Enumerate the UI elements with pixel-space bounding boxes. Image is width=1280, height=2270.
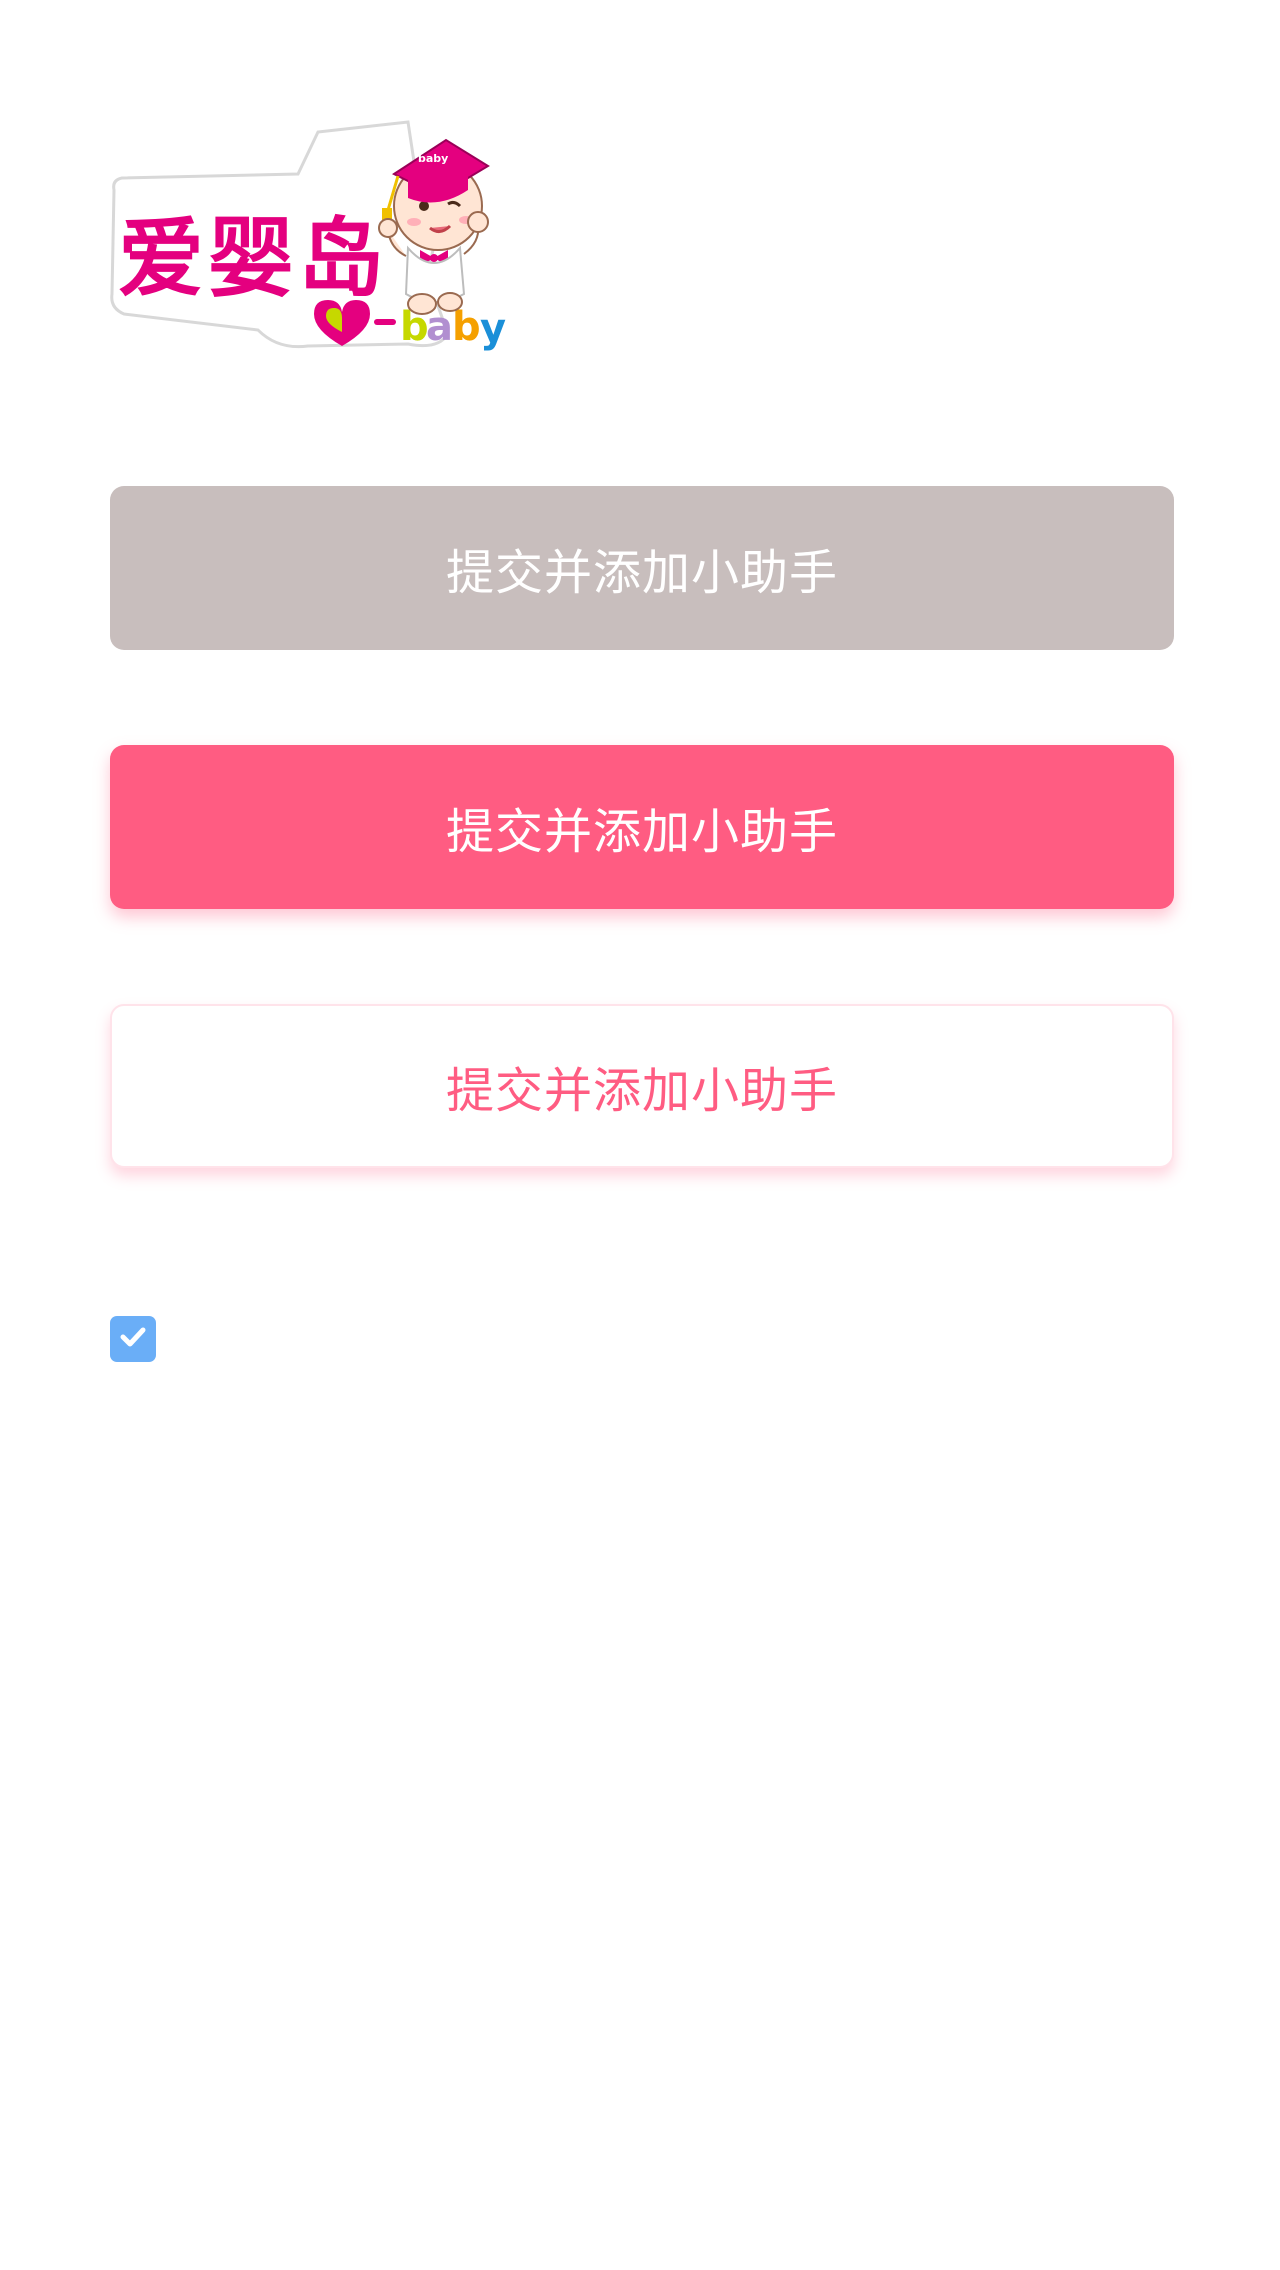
check-icon	[118, 1322, 148, 1356]
svg-text:b: b	[452, 304, 481, 350]
svg-text:baby: baby	[418, 152, 448, 165]
submit-add-assistant-button-disabled[interactable]: 提交并添加小助手	[110, 486, 1174, 650]
submit-add-assistant-button-primary[interactable]: 提交并添加小助手	[110, 745, 1174, 909]
brand-logo: 爱婴岛 b a b y baby	[108, 118, 534, 358]
agree-checkbox[interactable]	[110, 1316, 156, 1362]
svg-text:y: y	[480, 306, 506, 352]
submit-add-assistant-button-outline[interactable]: 提交并添加小助手	[110, 1004, 1174, 1168]
svg-text:爱婴岛: 爱婴岛	[118, 209, 388, 309]
